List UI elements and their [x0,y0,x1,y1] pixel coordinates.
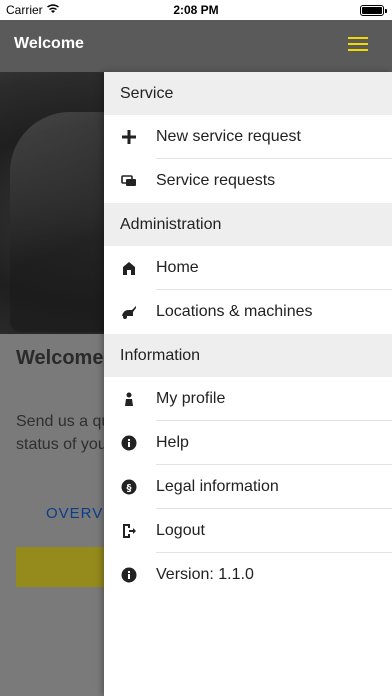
logout-icon [121,523,137,539]
menu-item-version: Version: 1.1.0 [104,553,392,597]
menu-item-legal-information[interactable]: § Legal information [104,465,392,509]
clock: 2:08 PM [173,3,219,17]
menu-item-label: Logout [156,522,205,539]
chat-icon [121,173,137,189]
profile-icon [121,391,137,407]
info-icon [121,567,137,583]
menu-item-label: My profile [156,390,226,407]
menu-item-home[interactable]: Home [104,246,392,290]
home-icon [121,260,137,276]
status-bar: Carrier 2:08 PM [0,0,392,20]
menu-item-label: Legal information [156,478,279,495]
machine-icon [121,304,137,320]
section-header-information: Information [104,334,392,377]
version-label: Version: 1.1.0 [156,566,254,583]
menu-item-service-requests[interactable]: Service requests [104,159,392,203]
menu-icon[interactable] [348,37,368,51]
section-header-service: Service [104,72,392,115]
menu-item-logout[interactable]: Logout [104,509,392,553]
menu-item-label: Locations & machines [156,303,313,320]
svg-text:§: § [127,483,132,494]
menu-item-help[interactable]: Help [104,421,392,465]
page-title: Welcome [14,35,84,52]
navigation-drawer: Service New service request Service requ… [104,72,392,696]
menu-item-label: Help [156,434,189,451]
menu-item-label: Service requests [156,172,276,189]
battery-icon [360,5,387,16]
menu-item-my-profile[interactable]: My profile [104,377,392,421]
menu-item-locations-machines[interactable]: Locations & machines [104,290,392,334]
menu-item-new-service-request[interactable]: New service request [104,115,392,159]
menu-item-label: New service request [156,128,301,145]
app-bar: Welcome [0,20,392,72]
plus-icon [121,129,137,145]
menu-item-label: Home [156,259,199,276]
info-icon [121,435,137,451]
paragraph-icon: § [121,479,137,495]
section-header-administration: Administration [104,203,392,246]
